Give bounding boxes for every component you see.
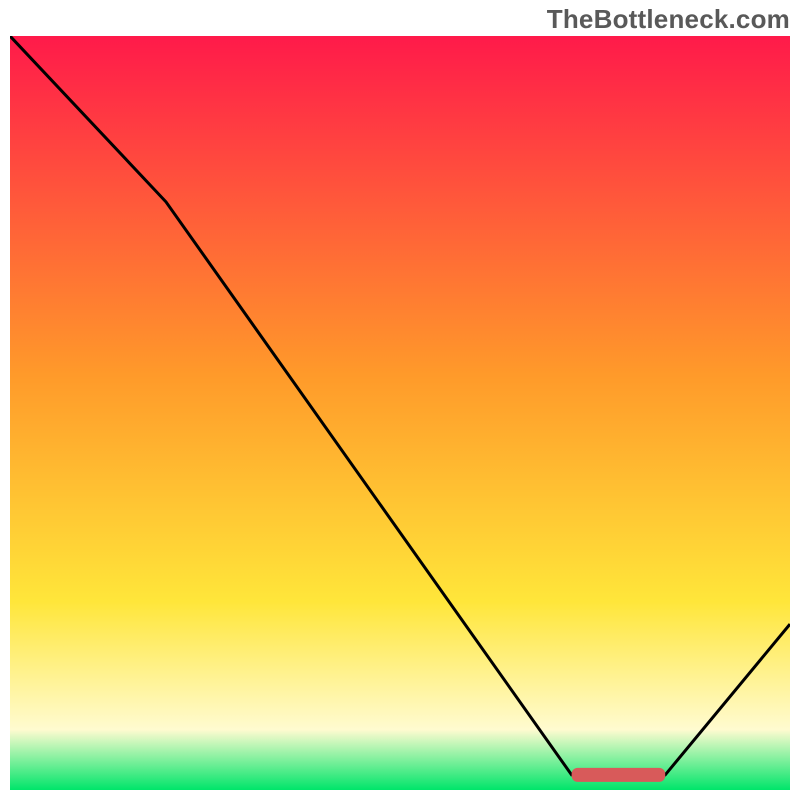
chart-svg bbox=[10, 36, 790, 790]
gradient-background bbox=[10, 36, 790, 790]
optimal-range-marker bbox=[572, 768, 666, 782]
plot-area bbox=[10, 36, 790, 790]
watermark-text: TheBottleneck.com bbox=[547, 4, 790, 35]
chart-container: TheBottleneck.com bbox=[0, 0, 800, 800]
